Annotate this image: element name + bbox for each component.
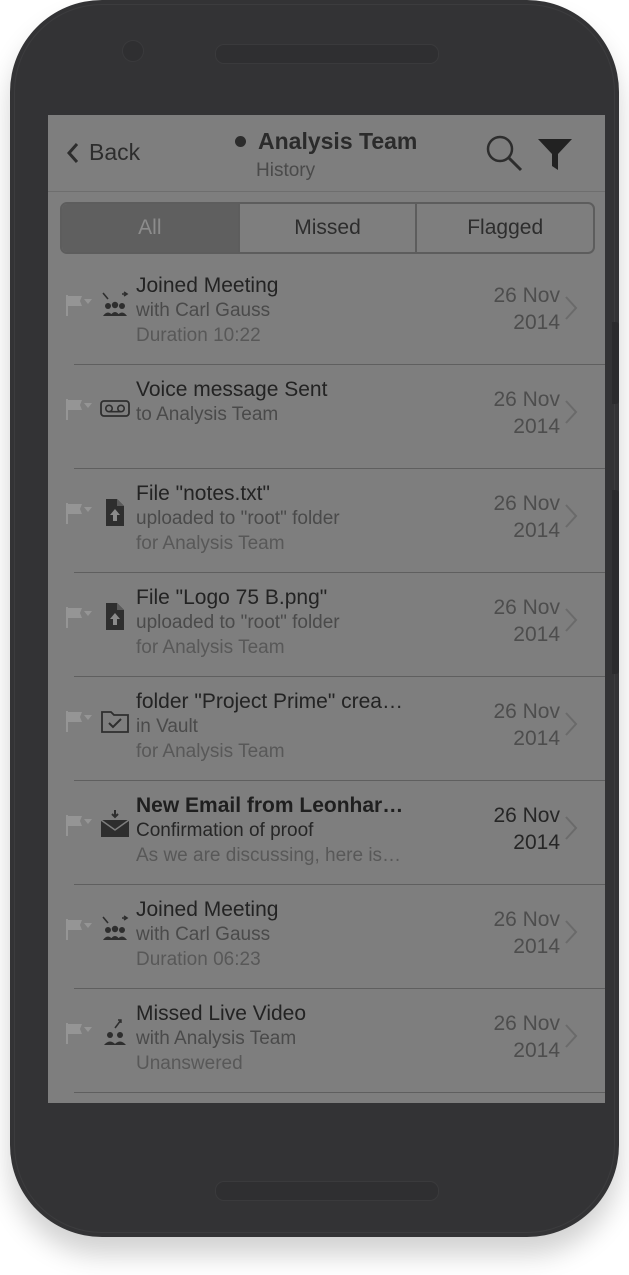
item-meta: for Analysis Team — [136, 741, 285, 762]
chevron-right-icon — [565, 920, 578, 944]
item-detail: uploaded to "root" folder — [136, 612, 340, 633]
item-date: 26 Nov 2014 — [493, 284, 560, 334]
flag-icon[interactable] — [64, 605, 94, 629]
history-filter-tabs: All Missed Flagged — [60, 202, 595, 254]
tab-all[interactable]: All — [62, 204, 238, 252]
chevron-right-icon — [565, 608, 578, 632]
power-button — [612, 490, 619, 674]
tab-flagged[interactable]: Flagged — [415, 204, 593, 252]
history-row[interactable]: New Email from Leonhar… Confirmation of … — [48, 781, 605, 885]
history-row[interactable]: Missed Live Video with Analysis Team Una… — [48, 989, 605, 1093]
chevron-right-icon — [565, 816, 578, 840]
item-meta: Duration 10:22 — [136, 325, 261, 346]
page-title: Analysis Team — [258, 128, 418, 154]
item-title: Voice message Sent — [136, 378, 328, 401]
row-divider — [74, 1092, 605, 1093]
chevron-right-icon — [565, 1024, 578, 1048]
meeting-icon — [102, 915, 129, 940]
item-date: 26 Nov 2014 — [493, 804, 560, 854]
presence-dot — [235, 136, 246, 147]
volume-button — [612, 322, 619, 404]
history-list: Joined Meeting with Carl Gauss Duration … — [48, 261, 605, 1093]
flag-icon[interactable] — [64, 293, 94, 317]
flag-icon[interactable] — [64, 397, 94, 421]
filter-icon[interactable] — [536, 135, 574, 173]
item-date: 26 Nov 2014 — [493, 492, 560, 542]
page-subtitle: History — [256, 160, 316, 181]
app-screen: Back Analysis Team History All Missed Fl… — [48, 115, 605, 1103]
item-date: 26 Nov 2014 — [493, 700, 560, 750]
item-detail: to Analysis Team — [136, 404, 279, 425]
item-meta: for Analysis Team — [136, 533, 285, 554]
tab-missed[interactable]: Missed — [237, 204, 416, 252]
chevron-right-icon — [565, 504, 578, 528]
item-meta: Duration 06:23 — [136, 949, 261, 970]
history-row[interactable]: Joined Meeting with Carl Gauss Duration … — [48, 885, 605, 989]
chevron-right-icon — [565, 400, 578, 424]
flag-icon[interactable] — [64, 501, 94, 525]
item-detail: with Carl Gauss — [136, 300, 271, 321]
chevron-left-icon — [66, 142, 79, 163]
earpiece-speaker — [215, 44, 439, 64]
item-detail: in Vault — [136, 716, 198, 737]
item-title: New Email from Leonhar… — [136, 794, 404, 817]
chevron-right-icon — [565, 712, 578, 736]
flag-icon[interactable] — [64, 1021, 94, 1045]
chevron-right-icon — [565, 296, 578, 320]
back-label: Back — [89, 139, 141, 165]
item-date: 26 Nov 2014 — [493, 596, 560, 646]
item-meta: for Analysis Team — [136, 637, 285, 658]
file-upload-icon — [106, 499, 124, 526]
search-icon[interactable] — [484, 133, 524, 173]
item-title: Joined Meeting — [136, 274, 279, 297]
item-date: 26 Nov 2014 — [493, 908, 560, 958]
item-date: 26 Nov 2014 — [493, 388, 560, 438]
item-detail: uploaded to "root" folder — [136, 508, 340, 529]
flag-icon[interactable] — [64, 813, 94, 837]
missed-video-icon — [104, 1019, 126, 1045]
item-detail: Confirmation of proof — [136, 820, 314, 841]
phone-frame: Back Analysis Team History All Missed Fl… — [10, 0, 619, 1237]
bottom-speaker — [215, 1181, 439, 1201]
item-title: Joined Meeting — [136, 898, 279, 921]
flag-icon[interactable] — [64, 709, 94, 733]
item-title: folder "Project Prime" crea… — [136, 690, 403, 713]
email-icon — [100, 810, 130, 837]
voicemail-icon — [100, 400, 130, 417]
history-row[interactable]: Voice message Sent to Analysis Team 26 N… — [48, 365, 605, 469]
navigation-header: Back Analysis Team History — [48, 115, 605, 192]
file-upload-icon — [106, 603, 124, 630]
front-camera — [122, 40, 144, 62]
item-meta: As we are discussing, here is… — [136, 845, 402, 866]
history-row[interactable]: Joined Meeting with Carl Gauss Duration … — [48, 261, 605, 365]
item-date: 26 Nov 2014 — [493, 1012, 560, 1062]
meeting-icon — [102, 291, 129, 316]
folder-check-icon — [101, 711, 129, 733]
item-detail: with Carl Gauss — [136, 924, 271, 945]
back-button[interactable]: Back — [66, 139, 140, 166]
history-row[interactable]: File "Logo 75 B.png" uploaded to "root" … — [48, 573, 605, 677]
history-row[interactable]: folder "Project Prime" crea… in Vault fo… — [48, 677, 605, 781]
item-meta: Unanswered — [136, 1053, 243, 1074]
item-title: File "Logo 75 B.png" — [136, 586, 328, 609]
item-detail: with Analysis Team — [136, 1028, 297, 1049]
history-row[interactable]: File "notes.txt" uploaded to "root" fold… — [48, 469, 605, 573]
item-title: Missed Live Video — [136, 1002, 307, 1025]
item-title: File "notes.txt" — [136, 482, 270, 505]
flag-icon[interactable] — [64, 917, 94, 941]
